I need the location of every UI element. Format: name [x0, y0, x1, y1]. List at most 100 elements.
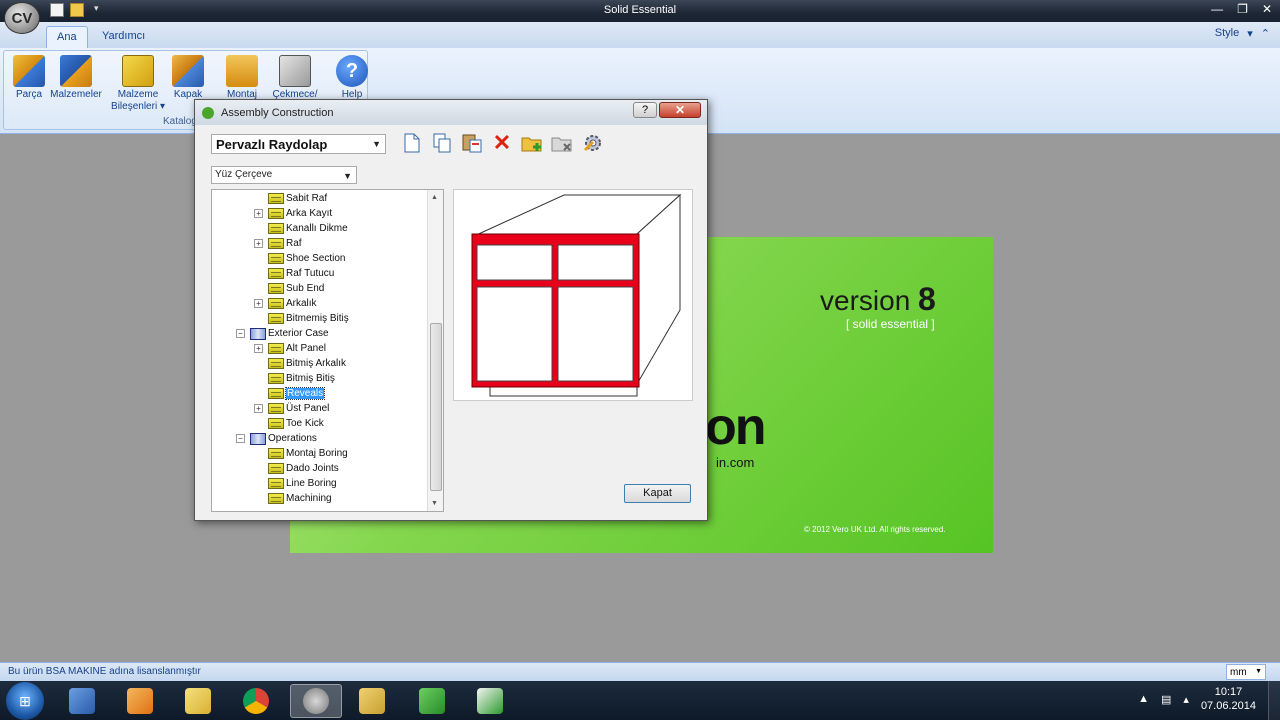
tree-node-label: Üst Panel: [286, 403, 330, 414]
assembly-construction-dialog: Assembly Construction ? ✕ Pervazlı Raydo…: [194, 99, 708, 521]
show-desktop-button[interactable]: [1268, 681, 1280, 720]
tree-node-label: Bitmiş Bitiş: [286, 373, 335, 384]
chevron-down-icon: ▼: [372, 139, 381, 149]
maximize-button[interactable]: ❐: [1237, 2, 1248, 16]
taskbar-app-outlook[interactable]: [114, 684, 166, 718]
tree-node-label: Toe Kick: [286, 418, 324, 429]
tree-node[interactable]: Bitmiş Arkalık: [268, 356, 346, 371]
expand-icon[interactable]: +: [254, 239, 263, 248]
filter-select[interactable]: Yüz Çerçeve ▼: [211, 166, 357, 184]
parca-button[interactable]: Parça: [8, 55, 50, 101]
tree-node[interactable]: − Operations: [236, 431, 317, 446]
delete-icon[interactable]: ✕: [491, 130, 513, 155]
tree-node[interactable]: + Üst Panel: [254, 401, 330, 416]
folder-icon: [268, 478, 284, 489]
dialog-help-button[interactable]: ?: [633, 102, 657, 118]
dialog-close-button[interactable]: ✕: [659, 102, 701, 118]
tree-node[interactable]: Montaj Boring: [268, 446, 348, 461]
close-button[interactable]: ✕: [1262, 2, 1272, 16]
scrollbar-thumb[interactable]: [430, 323, 442, 491]
paste-icon[interactable]: [461, 132, 483, 154]
windows-logo-icon: ⊞: [19, 692, 31, 709]
style-label[interactable]: Style: [1215, 27, 1239, 40]
start-button[interactable]: ⊞: [6, 682, 44, 720]
malzeme-bilesenleri-button[interactable]: Malzeme Bileşenleri ▾: [106, 55, 170, 113]
dialog-titlebar[interactable]: Assembly Construction ? ✕: [195, 100, 707, 125]
tree-node[interactable]: Kanallı Dikme: [268, 221, 348, 236]
taskbar-app-file-manager[interactable]: [346, 684, 398, 718]
new-icon[interactable]: [401, 132, 423, 154]
tab-yardimci[interactable]: Yardımcı: [92, 26, 155, 48]
tree-node[interactable]: Shoe Section: [268, 251, 346, 266]
tree-node[interactable]: Bitmemiş Bitiş: [268, 311, 349, 326]
taskbar-app-folder[interactable]: [172, 684, 224, 718]
tree-node-label: Sub End: [286, 283, 325, 294]
scroll-up-icon[interactable]: ▲: [431, 194, 438, 201]
malzemeler-button[interactable]: Malzemeler: [48, 55, 104, 101]
collapse-icon[interactable]: −: [236, 329, 245, 338]
tree-node-label: Arkalık: [286, 298, 317, 309]
folder-icon: [268, 388, 284, 399]
network-icon[interactable]: ▤: [1161, 693, 1171, 706]
signal-icon[interactable]: ▴: [1183, 693, 1189, 706]
expand-icon[interactable]: +: [254, 209, 263, 218]
assembly-tree[interactable]: ▲ ▼ Sabit Raf + Arka Kayıt Kanallı Dikme + Ra…: [211, 189, 444, 512]
tree-node[interactable]: Toe Kick: [268, 416, 324, 431]
book-icon: [250, 432, 266, 445]
unit-select[interactable]: mm ▼: [1226, 664, 1266, 680]
folder-icon: [268, 238, 284, 249]
tree-node[interactable]: + Alt Panel: [254, 341, 326, 356]
expand-icon[interactable]: +: [254, 404, 263, 413]
settings-icon[interactable]: [581, 132, 603, 154]
remove-folder-icon[interactable]: [551, 132, 573, 154]
ribbon-minimize-icon[interactable]: ⌃: [1261, 27, 1270, 40]
tab-ana[interactable]: Ana: [46, 26, 88, 48]
tray-expand-icon[interactable]: ▲: [1138, 693, 1149, 705]
tree-node[interactable]: + Raf: [254, 236, 302, 251]
copy-icon[interactable]: [431, 132, 453, 154]
expand-icon[interactable]: +: [254, 344, 263, 353]
style-menu[interactable]: Style ▾ ⌃: [1215, 27, 1270, 40]
app-logo[interactable]: CV: [4, 2, 40, 34]
folder-icon: [268, 448, 284, 459]
taskbar-app-cabinet-vision[interactable]: [290, 684, 342, 718]
taskbar-app-explorer[interactable]: [56, 684, 108, 718]
folder-icon: [268, 193, 284, 204]
tree-node-label: Line Boring: [286, 478, 337, 489]
folder-icon: [268, 418, 284, 429]
tree-node[interactable]: Sub End: [268, 281, 324, 296]
taskbar-app-chrome[interactable]: [230, 684, 282, 718]
help-button[interactable]: ? Help: [334, 55, 370, 101]
expand-icon[interactable]: +: [254, 299, 263, 308]
folder-icon: [268, 223, 284, 234]
cekmece-button[interactable]: Çekmece/: [270, 55, 320, 101]
splash-url: in.com: [716, 455, 755, 470]
tree-node[interactable]: Reveals: [268, 386, 326, 401]
cabinet-vision-icon: [303, 688, 329, 714]
tree-node[interactable]: + Arkalık: [254, 296, 317, 311]
minimize-button[interactable]: —: [1211, 2, 1223, 16]
collapse-icon[interactable]: −: [236, 434, 245, 443]
folder-icon: [268, 268, 284, 279]
tree-node[interactable]: Machining: [268, 491, 332, 506]
assembly-select[interactable]: Pervazlı Raydolap ▼: [211, 134, 386, 154]
kapat-button[interactable]: Kapat: [624, 484, 691, 503]
tree-node[interactable]: − Exterior Case: [236, 326, 329, 341]
taskbar-app-camtasia[interactable]: [406, 684, 458, 718]
clock[interactable]: 10:17 07.06.2014: [1201, 685, 1256, 713]
material-components-icon: [122, 55, 154, 87]
tree-node[interactable]: Sabit Raf: [268, 191, 327, 206]
scroll-down-icon[interactable]: ▼: [431, 500, 438, 507]
montaj-button[interactable]: Montaj: [220, 55, 264, 101]
tree-node[interactable]: Dado Joints: [268, 461, 339, 476]
dialog-toolbar: ✕: [401, 130, 603, 155]
taskbar-app-camtasia-editor[interactable]: [464, 684, 516, 718]
tree-node[interactable]: Bitmiş Bitiş: [268, 371, 335, 386]
tree-node[interactable]: + Arka Kayıt: [254, 206, 332, 221]
tree-scrollbar[interactable]: ▲ ▼: [427, 190, 443, 511]
materials-icon: [60, 55, 92, 87]
add-folder-icon[interactable]: [521, 132, 543, 154]
tree-node[interactable]: Raf Tutucu: [268, 266, 334, 281]
tree-node[interactable]: Line Boring: [268, 476, 337, 491]
kapak-button[interactable]: Kapak: [170, 55, 206, 101]
